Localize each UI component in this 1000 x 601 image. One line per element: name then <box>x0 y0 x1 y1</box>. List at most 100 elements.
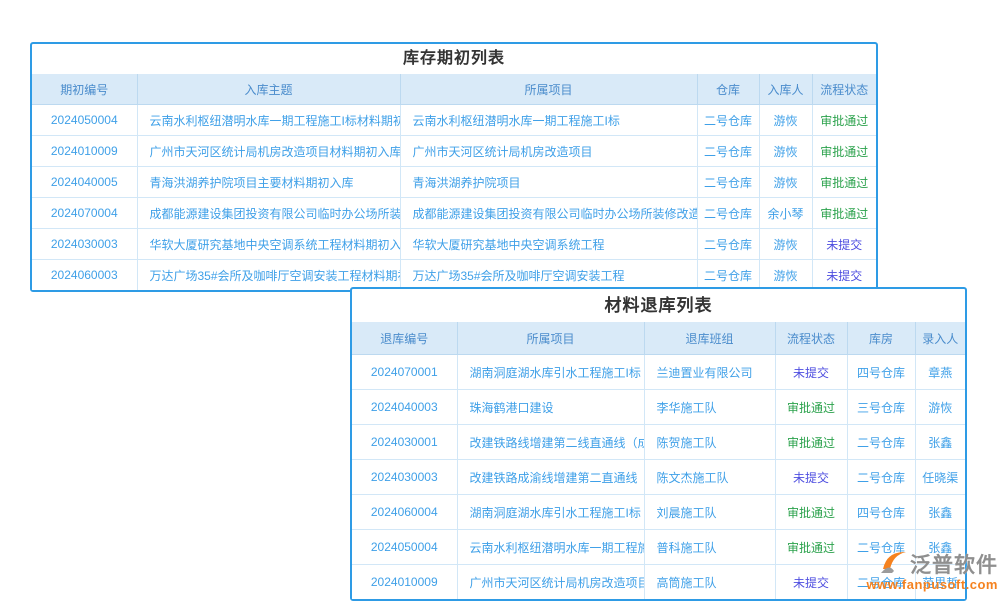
project-cell: 改建铁路线增建第二线直通线（成都-西... <box>457 425 644 460</box>
col-return-no: 退库编号 <box>352 322 457 355</box>
table-row[interactable]: 2024050004 云南水利枢纽潜明水库一期工程施工I标材料期初入库 云南水利… <box>32 105 876 136</box>
table-row[interactable]: 2024050004 云南水利枢纽潜明水库一期工程施工I标 普科施工队 审批通过… <box>352 530 965 565</box>
initial-no-link[interactable]: 2024050004 <box>32 105 137 136</box>
recorder-cell: 章燕 <box>915 355 965 390</box>
project-cell: 万达广场35#会所及咖啡厅空调安装工程 <box>400 260 697 291</box>
return-no-link[interactable]: 2024030001 <box>352 425 457 460</box>
table-row[interactable]: 2024060004 湖南洞庭湖水库引水工程施工I标 刘晨施工队 审批通过 四号… <box>352 495 965 530</box>
warehouse-cell: 二号仓库 <box>847 460 915 495</box>
table-row[interactable]: 2024060003 万达广场35#会所及咖啡厅空调安装工程材料期初入库 万达广… <box>32 260 876 291</box>
material-return-panel: 材料退库列表 退库编号 所属项目 退库班组 流程状态 库房 录入人 202407… <box>350 287 967 601</box>
recorder-cell: 范思哲 <box>915 565 965 600</box>
return-no-link[interactable]: 2024010009 <box>352 565 457 600</box>
project-cell: 广州市天河区统计局机房改造项目 <box>400 136 697 167</box>
table-row[interactable]: 2024030003 改建铁路成渝线增建第二直通线（成渝... 陈文杰施工队 未… <box>352 460 965 495</box>
status-badge: 审批通过 <box>775 495 847 530</box>
table-row[interactable]: 2024070001 湖南洞庭湖水库引水工程施工I标 兰迪置业有限公司 未提交 … <box>352 355 965 390</box>
operator-cell: 游恢 <box>759 136 812 167</box>
team-cell: 陈贺施工队 <box>644 425 775 460</box>
project-cell: 湖南洞庭湖水库引水工程施工I标 <box>457 355 644 390</box>
col-subject: 入库主题 <box>137 74 400 105</box>
team-cell: 李华施工队 <box>644 390 775 425</box>
status-badge: 审批通过 <box>812 136 876 167</box>
col-status: 流程状态 <box>775 322 847 355</box>
status-badge: 审批通过 <box>775 425 847 460</box>
status-badge: 审批通过 <box>775 530 847 565</box>
col-status: 流程状态 <box>812 74 876 105</box>
subject-cell: 成都能源建设集团投资有限公司临时办公场所装修改造工程EPC... <box>137 198 400 229</box>
initial-no-link[interactable]: 2024040005 <box>32 167 137 198</box>
project-cell: 改建铁路成渝线增建第二直通线（成渝... <box>457 460 644 495</box>
table-row[interactable]: 2024030003 华软大厦研究基地中央空调系统工程材料期初入库 华软大厦研究… <box>32 229 876 260</box>
team-cell: 刘晨施工队 <box>644 495 775 530</box>
warehouse-cell: 二号仓库 <box>697 198 759 229</box>
project-cell: 广州市天河区统计局机房改造项目 <box>457 565 644 600</box>
operator-cell: 游恢 <box>759 229 812 260</box>
col-project: 所属项目 <box>457 322 644 355</box>
project-cell: 云南水利枢纽潜明水库一期工程施工I标 <box>400 105 697 136</box>
col-operator: 入库人 <box>759 74 812 105</box>
subject-cell: 万达广场35#会所及咖啡厅空调安装工程材料期初入库 <box>137 260 400 291</box>
status-badge: 未提交 <box>812 260 876 291</box>
warehouse-cell: 二号仓库 <box>847 530 915 565</box>
warehouse-cell: 二号仓库 <box>697 105 759 136</box>
status-badge: 未提交 <box>775 460 847 495</box>
status-badge: 审批通过 <box>775 390 847 425</box>
initial-no-link[interactable]: 2024070004 <box>32 198 137 229</box>
subject-cell: 云南水利枢纽潜明水库一期工程施工I标材料期初入库 <box>137 105 400 136</box>
material-return-title: 材料退库列表 <box>352 289 965 322</box>
recorder-cell: 张鑫 <box>915 425 965 460</box>
project-cell: 云南水利枢纽潜明水库一期工程施工I标 <box>457 530 644 565</box>
table-row[interactable]: 2024010009 广州市天河区统计局机房改造项目 高筒施工队 未提交 二号仓… <box>352 565 965 600</box>
table-row[interactable]: 2024040003 珠海鹤港口建设 李华施工队 审批通过 三号仓库 游恢 <box>352 390 965 425</box>
table-row[interactable]: 2024010009 广州市天河区统计局机房改造项目材料期初入库 广州市天河区统… <box>32 136 876 167</box>
initial-stock-table: 期初编号 入库主题 所属项目 仓库 入库人 流程状态 2024050004 云南… <box>32 74 876 290</box>
team-cell: 兰迪置业有限公司 <box>644 355 775 390</box>
return-no-link[interactable]: 2024040003 <box>352 390 457 425</box>
material-return-header-row: 退库编号 所属项目 退库班组 流程状态 库房 录入人 <box>352 322 965 355</box>
subject-cell: 广州市天河区统计局机房改造项目材料期初入库 <box>137 136 400 167</box>
return-no-link[interactable]: 2024050004 <box>352 530 457 565</box>
table-row[interactable]: 2024040005 青海洪湖养护院项目主要材料期初入库 青海洪湖养护院项目 二… <box>32 167 876 198</box>
initial-stock-header-row: 期初编号 入库主题 所属项目 仓库 入库人 流程状态 <box>32 74 876 105</box>
warehouse-cell: 二号仓库 <box>697 136 759 167</box>
initial-stock-panel: 库存期初列表 期初编号 入库主题 所属项目 仓库 入库人 流程状态 202405… <box>30 42 878 292</box>
recorder-cell: 张鑫 <box>915 530 965 565</box>
warehouse-cell: 二号仓库 <box>847 565 915 600</box>
recorder-cell: 任晓渠 <box>915 460 965 495</box>
project-cell: 青海洪湖养护院项目 <box>400 167 697 198</box>
team-cell: 陈文杰施工队 <box>644 460 775 495</box>
warehouse-cell: 四号仓库 <box>847 355 915 390</box>
col-warehouse: 仓库 <box>697 74 759 105</box>
warehouse-cell: 三号仓库 <box>847 390 915 425</box>
project-cell: 成都能源建设集团投资有限公司临时办公场所装修改造工程... <box>400 198 697 229</box>
initial-no-link[interactable]: 2024030003 <box>32 229 137 260</box>
return-no-link[interactable]: 2024070001 <box>352 355 457 390</box>
operator-cell: 余小琴 <box>759 198 812 229</box>
warehouse-cell: 四号仓库 <box>847 495 915 530</box>
initial-no-link[interactable]: 2024060003 <box>32 260 137 291</box>
return-no-link[interactable]: 2024030003 <box>352 460 457 495</box>
warehouse-cell: 二号仓库 <box>697 260 759 291</box>
team-cell: 高筒施工队 <box>644 565 775 600</box>
warehouse-cell: 二号仓库 <box>697 229 759 260</box>
status-badge: 未提交 <box>812 229 876 260</box>
table-row[interactable]: 2024070004 成都能源建设集团投资有限公司临时办公场所装修改造工程EPC… <box>32 198 876 229</box>
operator-cell: 游恢 <box>759 167 812 198</box>
project-cell: 珠海鹤港口建设 <box>457 390 644 425</box>
material-return-table: 退库编号 所属项目 退库班组 流程状态 库房 录入人 2024070001 湖南… <box>352 322 965 599</box>
project-cell: 湖南洞庭湖水库引水工程施工I标 <box>457 495 644 530</box>
initial-no-link[interactable]: 2024010009 <box>32 136 137 167</box>
team-cell: 普科施工队 <box>644 530 775 565</box>
warehouse-cell: 二号仓库 <box>847 425 915 460</box>
warehouse-cell: 二号仓库 <box>697 167 759 198</box>
return-no-link[interactable]: 2024060004 <box>352 495 457 530</box>
col-project: 所属项目 <box>400 74 697 105</box>
status-badge: 未提交 <box>775 355 847 390</box>
col-initial-no: 期初编号 <box>32 74 137 105</box>
col-recorder: 录入人 <box>915 322 965 355</box>
initial-stock-title: 库存期初列表 <box>32 44 876 74</box>
status-badge: 审批通过 <box>812 167 876 198</box>
table-row[interactable]: 2024030001 改建铁路线增建第二线直通线（成都-西... 陈贺施工队 审… <box>352 425 965 460</box>
status-badge: 未提交 <box>775 565 847 600</box>
